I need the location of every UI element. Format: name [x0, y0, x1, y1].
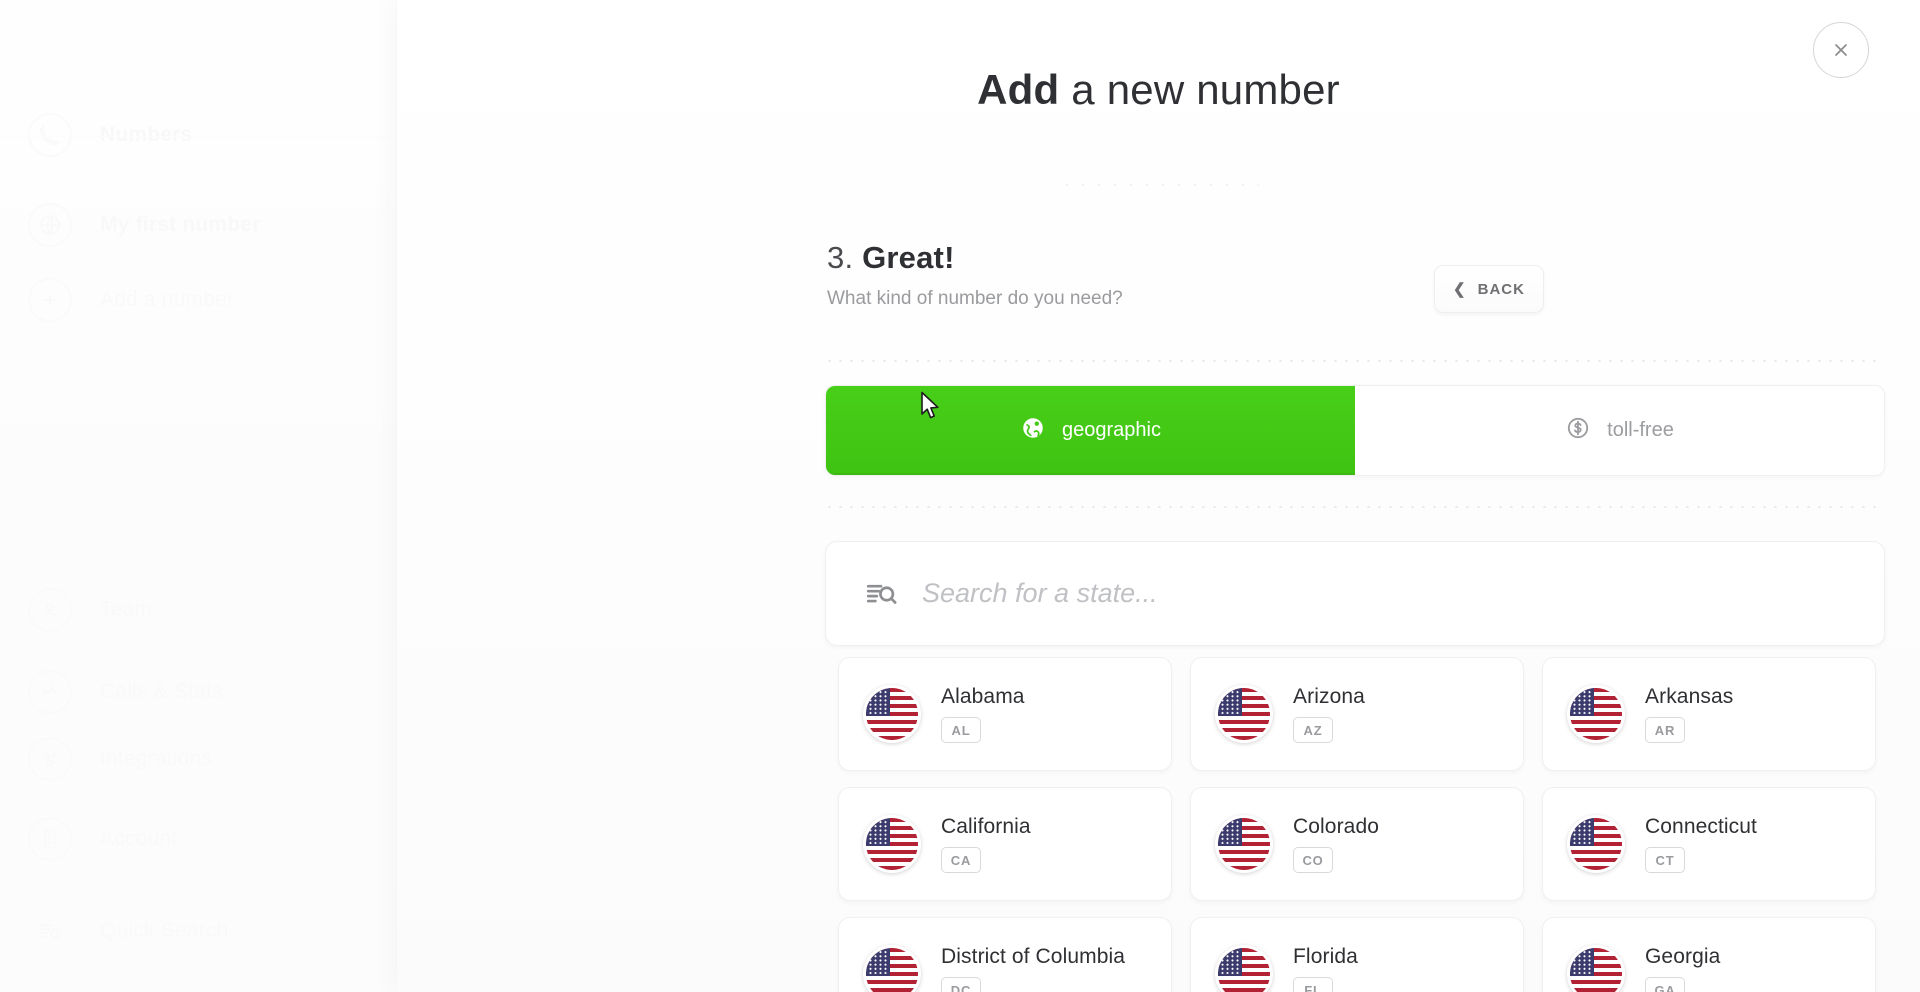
state-name: Colorado [1293, 815, 1380, 838]
user-circle-icon [28, 588, 72, 632]
state-name: Florida [1293, 945, 1358, 968]
keypad-icon [28, 817, 72, 861]
sidebar-item-label: Team [100, 598, 153, 621]
us-flag-icon [1215, 685, 1273, 743]
number-type-option-label: geographic [1062, 419, 1161, 441]
sidebar-item-label: Account [100, 827, 178, 850]
chart-circle-icon [28, 670, 72, 714]
state-abbreviation: CA [941, 847, 981, 873]
state-abbreviation: GA [1645, 977, 1685, 992]
sidebar-item-numbers[interactable]: Numbers [0, 96, 397, 174]
chevron-left-icon: ❮ [1453, 280, 1466, 298]
step-header: 3. Great! What kind of number do you nee… [827, 240, 1123, 310]
state-card-arkansas[interactable]: Arkansas AR [1542, 657, 1876, 771]
sidebar-item-add-a-number[interactable]: Add a number [0, 261, 397, 339]
number-type-toggle: geographic toll-free [825, 385, 1885, 476]
us-flag-icon [1215, 945, 1273, 992]
state-card-arizona[interactable]: Arizona AZ [1190, 657, 1524, 771]
search-list-icon [28, 909, 72, 953]
search-list-icon [864, 577, 898, 611]
dollar-circle-icon [1565, 415, 1591, 447]
state-grid: Alabama AL Arizona AZ Arkansas AR Califo… [838, 657, 1876, 992]
page-title-light: a new number [1059, 66, 1340, 113]
state-search-box[interactable] [825, 541, 1885, 646]
plus-circle-icon [28, 278, 72, 322]
add-number-modal: Add a new number 3. Great! What kind of … [397, 0, 1920, 992]
state-name: Arkansas [1645, 685, 1734, 708]
state-name: California [941, 815, 1031, 838]
state-name: Georgia [1645, 945, 1721, 968]
state-abbreviation: AR [1645, 717, 1685, 743]
globe-circle-icon [28, 203, 72, 247]
number-type-option-label: toll-free [1607, 419, 1674, 441]
step-subtitle: What kind of number do you need? [827, 288, 1123, 309]
state-card-district-of-columbia[interactable]: District of Columbia DC [838, 917, 1172, 992]
state-abbreviation: CT [1645, 847, 1685, 873]
sidebar-item-label: Integrations [100, 747, 213, 770]
state-abbreviation: CO [1293, 847, 1333, 873]
close-icon [1835, 44, 1847, 56]
background-sidebar: Numbers My first number Add a number Tea… [0, 0, 397, 992]
number-type-option-geographic[interactable]: geographic [826, 386, 1355, 475]
globe-icon [1020, 415, 1046, 447]
dotted-separator-top [1058, 184, 1259, 186]
state-card-colorado[interactable]: Colorado CO [1190, 787, 1524, 901]
state-abbreviation: AL [941, 717, 981, 743]
us-flag-icon [1215, 815, 1273, 873]
sidebar-item-label: Numbers [100, 123, 193, 146]
app-logo [30, 18, 82, 70]
back-button[interactable]: ❮ BACK [1434, 265, 1544, 313]
quick-search-shortcut: ⌘ K [301, 918, 375, 944]
dotted-divider-above-toggle [824, 360, 1884, 362]
state-card-california[interactable]: California CA [838, 787, 1172, 901]
us-flag-icon [1567, 815, 1625, 873]
sidebar-item-account[interactable]: Account [0, 800, 397, 878]
number-type-option-toll-free[interactable]: toll-free [1355, 386, 1884, 475]
search-input[interactable] [922, 578, 1846, 609]
dotted-divider-below-toggle [824, 506, 1884, 508]
sidebar-item-team[interactable]: Team [0, 571, 397, 649]
us-flag-icon [1567, 685, 1625, 743]
us-flag-icon [1567, 945, 1625, 992]
us-flag-icon [863, 945, 921, 992]
sidebar-item-label: Add a number [100, 288, 235, 311]
state-card-connecticut[interactable]: Connecticut CT [1542, 787, 1876, 901]
puzzle-circle-icon [28, 737, 72, 781]
page-title: Add a new number [397, 66, 1920, 114]
sidebar-item-label: Quick Search [100, 919, 229, 942]
close-button[interactable] [1813, 22, 1869, 78]
state-abbreviation: AZ [1293, 717, 1333, 743]
phone-circle-icon [28, 113, 72, 157]
state-name: Alabama [941, 685, 1025, 708]
step-number: 3. [827, 240, 854, 275]
us-flag-icon [863, 815, 921, 873]
sidebar-item-quick-search[interactable]: Quick Search ⌘ K [0, 892, 397, 970]
state-abbreviation: FL [1293, 977, 1333, 992]
state-card-alabama[interactable]: Alabama AL [838, 657, 1172, 771]
sidebar-item-label: My first number [100, 213, 261, 236]
state-card-georgia[interactable]: Georgia GA [1542, 917, 1876, 992]
back-button-label: BACK [1477, 280, 1525, 298]
shortcut-key-k: K [341, 918, 375, 944]
shortcut-key-cmd: ⌘ [301, 918, 335, 944]
us-flag-icon [863, 685, 921, 743]
state-name: District of Columbia [941, 945, 1126, 968]
sidebar-item-label: Calls & Stats [100, 680, 223, 703]
state-name: Connecticut [1645, 815, 1757, 838]
step-headline: Great! [862, 240, 955, 275]
state-name: Arizona [1293, 685, 1365, 708]
app-root: Numbers My first number Add a number Tea… [0, 0, 1920, 992]
sidebar-item-my-first-number[interactable]: My first number [0, 186, 397, 264]
page-title-strong: Add [977, 66, 1060, 113]
state-card-florida[interactable]: Florida FL [1190, 917, 1524, 992]
state-abbreviation: DC [941, 977, 981, 992]
sidebar-item-integrations[interactable]: Integrations [0, 720, 397, 798]
